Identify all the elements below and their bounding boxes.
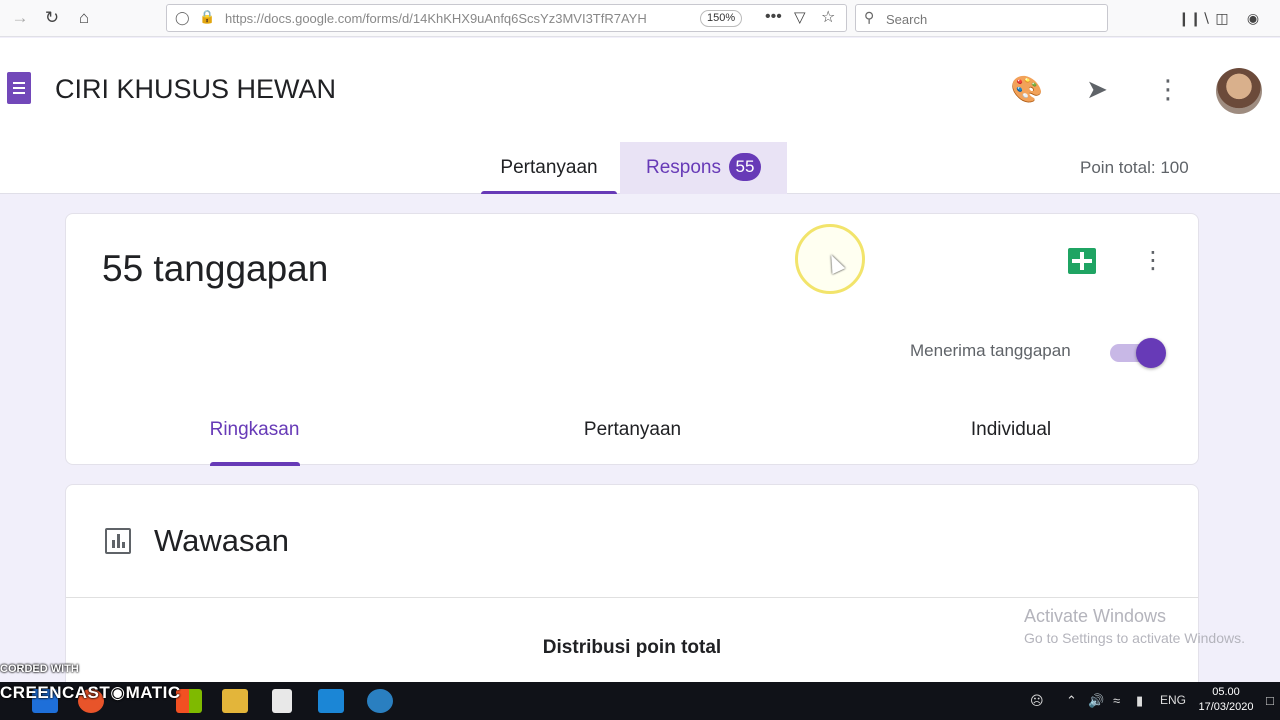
reload-icon[interactable]: ↻ (40, 6, 64, 30)
more-vert-icon[interactable]: ⋮ (1151, 72, 1185, 106)
tab-questions[interactable]: Pertanyaan (481, 142, 617, 194)
bookmark-star-icon[interactable]: ☆ (821, 7, 835, 27)
divider (66, 597, 1198, 598)
tab-questions-label: Pertanyaan (500, 157, 598, 178)
notepad-icon[interactable] (272, 689, 292, 713)
form-title[interactable]: CIRI KHUSUS HEWAN (55, 74, 336, 105)
recorder-watermark-caption: CORDED WITH (0, 663, 79, 675)
screencast-app-icon[interactable] (367, 689, 393, 713)
notifications-icon[interactable]: □ (1266, 693, 1274, 708)
browser-search-field[interactable]: ⚲ Search (855, 4, 1108, 32)
tab-responses-label: Respons (646, 157, 721, 178)
tab-responses[interactable]: Respons 55 (620, 142, 787, 194)
responses-card: 55 tanggapan ⋮ Menerima tanggapan Ringka… (65, 213, 1199, 466)
response-count-badge: 55 (729, 153, 761, 181)
url-text[interactable]: https://docs.google.com/forms/d/14KhKHX9… (225, 11, 695, 26)
send-icon[interactable]: ➤ (1080, 72, 1114, 106)
forms-logo-icon[interactable] (7, 72, 31, 104)
system-clock[interactable]: 05.00 17/03/2020 (1196, 685, 1256, 715)
forms-header: CIRI KHUSUS HEWAN 🎨 ➤ ⋮ Pertanyaan Respo… (0, 38, 1280, 194)
forward-icon[interactable]: → (8, 6, 32, 30)
search-placeholder: Search (886, 12, 928, 27)
subtab-summary[interactable]: Ringkasan (196, 410, 313, 466)
windows-taskbar: ☹ ⌃ 🔊 ≈ ▮ ENG 05.00 17/03/2020 □ (0, 682, 1280, 720)
shield-icon[interactable]: ◯ (175, 10, 190, 26)
total-points: Poin total: 100 (1080, 158, 1189, 177)
wifi-icon[interactable]: ≈ (1113, 693, 1120, 708)
insights-title: Wawasan (154, 523, 289, 558)
library-icon[interactable]: ❙❙∖ (1178, 6, 1210, 30)
pocket-icon[interactable]: ▽ (794, 8, 806, 26)
palette-icon[interactable]: 🎨 (1010, 72, 1044, 106)
volume-icon[interactable]: 🔊 (1088, 693, 1104, 709)
file-explorer-icon[interactable] (222, 689, 248, 713)
recorder-watermark-brand: CREENCAST◉MATIC (0, 683, 181, 702)
activate-windows-title: Activate Windows (1024, 606, 1167, 626)
avatar[interactable] (1216, 68, 1262, 114)
accept-responses-label: Menerima tanggapan (910, 341, 1071, 360)
accept-responses-toggle[interactable] (1110, 338, 1166, 368)
sidebar-icon[interactable]: ◫ (1210, 6, 1234, 30)
language-indicator[interactable]: ENG (1160, 693, 1186, 707)
clock-date: 17/03/2020 (1198, 701, 1254, 713)
sheets-icon[interactable] (1068, 248, 1096, 274)
search-icon: ⚲ (864, 9, 875, 25)
activate-windows-subtitle: Go to Settings to activate Windows. (1024, 630, 1245, 646)
zoom-badge[interactable]: 150% (700, 10, 743, 27)
home-icon[interactable]: ⌂ (72, 6, 96, 30)
clock-time: 05.00 (1212, 686, 1240, 698)
browser-toolbar: → ↻ ⌂ ◯ 🔒 https://docs.google.com/forms/… (0, 0, 1280, 37)
bar-chart-icon (105, 528, 131, 554)
page-actions-icon[interactable]: ••• (765, 8, 782, 26)
tray-chevron-up-icon[interactable]: ⌃ (1066, 693, 1077, 709)
people-icon[interactable]: ☹ (1030, 693, 1044, 709)
insights-card: Wawasan Distribusi poin total (65, 484, 1199, 694)
account-icon[interactable]: ◉ (1241, 6, 1265, 30)
toggle-knob (1136, 338, 1166, 368)
subtab-individual[interactable]: Individual (954, 410, 1068, 450)
responses-count-title: 55 tanggapan (102, 248, 329, 289)
subtab-questions[interactable]: Pertanyaan (566, 410, 699, 450)
address-bar[interactable]: ◯ 🔒 https://docs.google.com/forms/d/14Kh… (166, 4, 847, 32)
more-vert-icon[interactable]: ⋮ (1138, 244, 1168, 278)
mail-icon[interactable] (318, 689, 344, 713)
lock-icon[interactable]: 🔒 (199, 9, 215, 25)
battery-icon[interactable]: ▮ (1136, 693, 1143, 709)
